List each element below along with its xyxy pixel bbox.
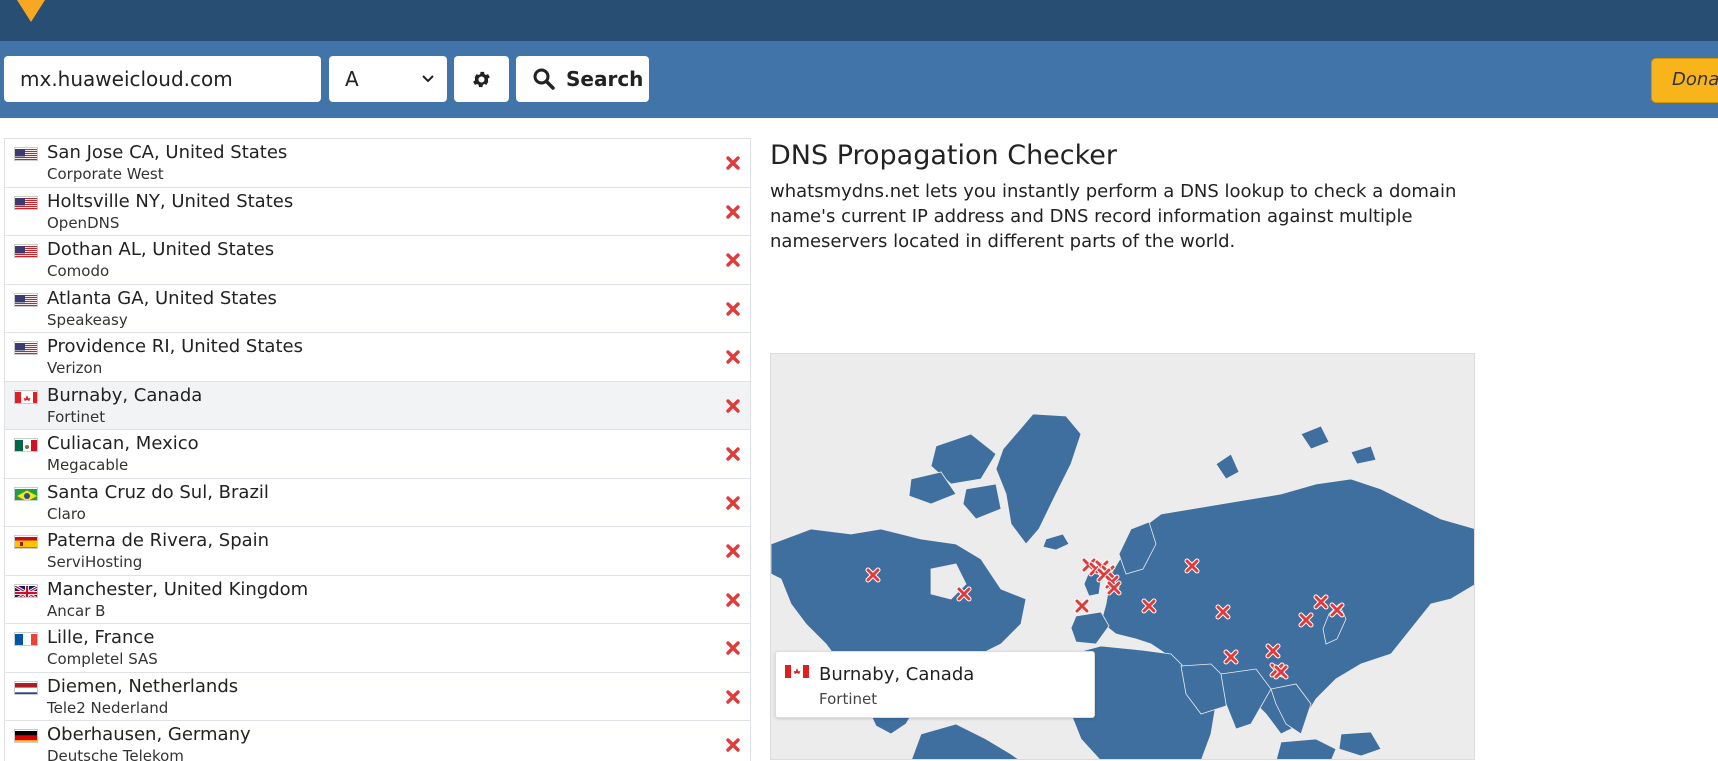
page-title: DNS Propagation Checker [770, 140, 1118, 171]
search-icon [533, 68, 555, 90]
result-row[interactable]: Burnaby, Canada Fortinet [5, 381, 750, 430]
donate-button-label: Donate [1672, 69, 1718, 90]
fail-x-icon [725, 495, 741, 511]
top-navbar [0, 0, 1718, 41]
result-location: Paterna de Rivera, Spain [47, 530, 270, 551]
result-row[interactable]: Atlanta GA, United States Speakeasy [5, 284, 750, 333]
result-location: Oberhausen, Germany [47, 724, 251, 745]
result-row[interactable]: Oberhausen, Germany Deutsche Telekom [5, 721, 750, 761]
result-provider: Fortinet [47, 407, 106, 426]
result-row[interactable]: Dothan AL, United States Comodo [5, 236, 750, 285]
result-location: Atlanta GA, United States [47, 287, 277, 309]
result-row[interactable]: Santa Cruz do Sul, Brazil Claro [5, 478, 750, 527]
tooltip-location: Burnaby, Canada [819, 664, 975, 685]
fail-x-icon [725, 592, 741, 608]
united-states-flag-icon [14, 244, 38, 258]
map-fail-marker[interactable] [865, 567, 881, 583]
chevron-down-icon [422, 75, 434, 83]
result-location: San Jose CA, United States [47, 142, 288, 163]
result-provider: Ancar B [47, 601, 106, 620]
result-provider: Tele2 Nederland [47, 698, 169, 717]
map-fail-marker[interactable] [1223, 649, 1239, 665]
result-row[interactable]: Providence RI, United States Verizon [5, 333, 750, 382]
page-description: whatsmydns.net lets you instantly perfor… [770, 181, 1457, 252]
brazil-flag-icon [14, 486, 38, 501]
gear-icon [473, 71, 490, 88]
france-flag-icon [14, 632, 38, 646]
search-button-label: Search [566, 67, 644, 91]
canada-flag-icon [14, 389, 38, 404]
result-provider: Completel SAS [47, 650, 158, 668]
result-location: Burnaby, Canada [47, 384, 203, 406]
united-states-flag-icon [14, 292, 38, 307]
result-provider: Speakeasy [47, 310, 128, 329]
united-states-flag-icon [14, 147, 38, 161]
map-fail-marker[interactable] [1273, 664, 1289, 680]
map-fail-marker[interactable] [1074, 598, 1090, 614]
map-fail-marker[interactable] [1184, 558, 1200, 574]
results-list: San Jose CA, United States Corporate West… [4, 138, 751, 761]
spain-flag-icon [14, 535, 38, 549]
map-fail-marker[interactable] [1329, 602, 1345, 618]
tooltip-provider: Fortinet [819, 690, 878, 708]
map-fail-marker[interactable] [1215, 604, 1231, 620]
site-logo-icon[interactable] [17, 0, 45, 22]
fail-x-icon [725, 155, 741, 171]
map-tooltip: Burnaby, Canada Fortinet [775, 651, 1095, 718]
result-location: Dothan AL, United States [47, 239, 275, 260]
fail-x-icon [725, 689, 741, 705]
result-location: Holtsville NY, United States [47, 190, 294, 212]
map-fail-marker[interactable] [956, 586, 972, 602]
canada-flag-icon [785, 664, 809, 678]
map-fail-marker[interactable] [1313, 594, 1329, 610]
result-location: Providence RI, United States [47, 336, 303, 357]
result-row[interactable]: Holtsville NY, United States OpenDNS [5, 187, 750, 236]
result-provider: OpenDNS [47, 213, 120, 232]
domain-input[interactable] [4, 56, 321, 102]
result-location: Manchester, United Kingdom [47, 578, 309, 600]
map-fail-marker[interactable] [1106, 580, 1122, 596]
map-fail-marker[interactable] [1141, 598, 1157, 614]
result-location: Lille, France [47, 627, 155, 648]
settings-button[interactable] [454, 56, 509, 102]
result-location: Santa Cruz do Sul, Brazil [47, 481, 269, 503]
result-row[interactable]: Manchester, United Kingdom Ancar B [5, 575, 750, 624]
fail-x-icon [725, 252, 741, 268]
result-row[interactable]: San Jose CA, United States Corporate West [5, 139, 750, 188]
map-fail-marker[interactable] [1298, 612, 1314, 628]
fail-x-icon [725, 446, 741, 462]
result-provider: Megacable [47, 456, 129, 474]
fail-x-icon [725, 301, 741, 317]
mexico-flag-icon [14, 438, 38, 452]
search-button[interactable]: Search [516, 56, 649, 102]
result-provider: ServiHosting [47, 553, 143, 571]
result-provider: Claro [47, 504, 86, 523]
result-row[interactable]: Paterna de Rivera, Spain ServiHosting [5, 527, 750, 576]
united-kingdom-flag-icon [14, 583, 38, 598]
result-provider: Corporate West [47, 165, 164, 183]
result-provider: Verizon [47, 359, 103, 377]
united-states-flag-icon [14, 195, 38, 210]
netherlands-flag-icon [14, 680, 38, 695]
result-row[interactable]: Lille, France Completel SAS [5, 624, 750, 673]
record-type-select[interactable]: A [329, 56, 447, 102]
fail-x-icon [725, 398, 741, 414]
donate-button[interactable]: Donate [1651, 58, 1718, 103]
fail-x-icon [725, 349, 741, 365]
map-fail-marker[interactable] [1265, 643, 1281, 659]
fail-x-icon [725, 737, 741, 753]
fail-x-icon [725, 543, 741, 559]
result-provider: Comodo [47, 262, 110, 280]
record-type-value: A [345, 67, 359, 91]
search-toolbar: A Search Donate [0, 41, 1718, 118]
fail-x-icon [725, 640, 741, 656]
result-provider: Deutsche Telekom [47, 747, 184, 761]
germany-flag-icon [14, 729, 38, 743]
result-row[interactable]: Diemen, Netherlands Tele2 Nederland [5, 672, 750, 721]
united-states-flag-icon [14, 341, 38, 355]
result-location: Diemen, Netherlands [47, 675, 239, 697]
result-row[interactable]: Culiacan, Mexico Megacable [5, 430, 750, 479]
fail-x-icon [725, 204, 741, 220]
result-location: Culiacan, Mexico [47, 433, 199, 454]
